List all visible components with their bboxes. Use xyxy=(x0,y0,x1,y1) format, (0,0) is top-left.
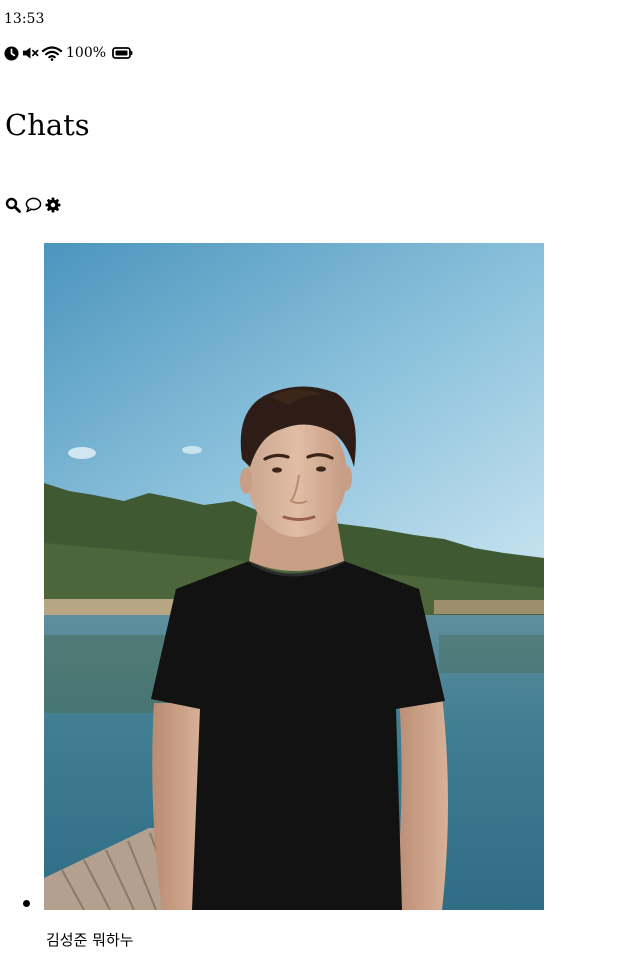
page-title: Chats xyxy=(5,108,90,142)
chat-toolbar xyxy=(4,195,62,215)
status-time: 13:53 xyxy=(4,11,45,27)
battery-icon xyxy=(112,47,133,59)
mute-icon xyxy=(22,46,39,60)
chat-bubble-icon[interactable] xyxy=(24,196,42,214)
battery-percentage: 100% xyxy=(66,45,107,61)
alarm-clock-icon xyxy=(4,45,19,61)
chat-contact-name: 김성준 뭐하누 xyxy=(46,931,134,949)
search-icon[interactable] xyxy=(4,196,22,214)
chat-app-screen: 13:53 100% Chats 김성준 뭐하누 xyxy=(0,0,628,961)
settings-gear-icon[interactable] xyxy=(44,196,62,214)
list-bullet xyxy=(23,900,30,907)
status-bar-icons: 100% xyxy=(4,43,133,63)
chat-avatar-photo[interactable] xyxy=(44,243,544,910)
wifi-icon xyxy=(42,45,62,61)
